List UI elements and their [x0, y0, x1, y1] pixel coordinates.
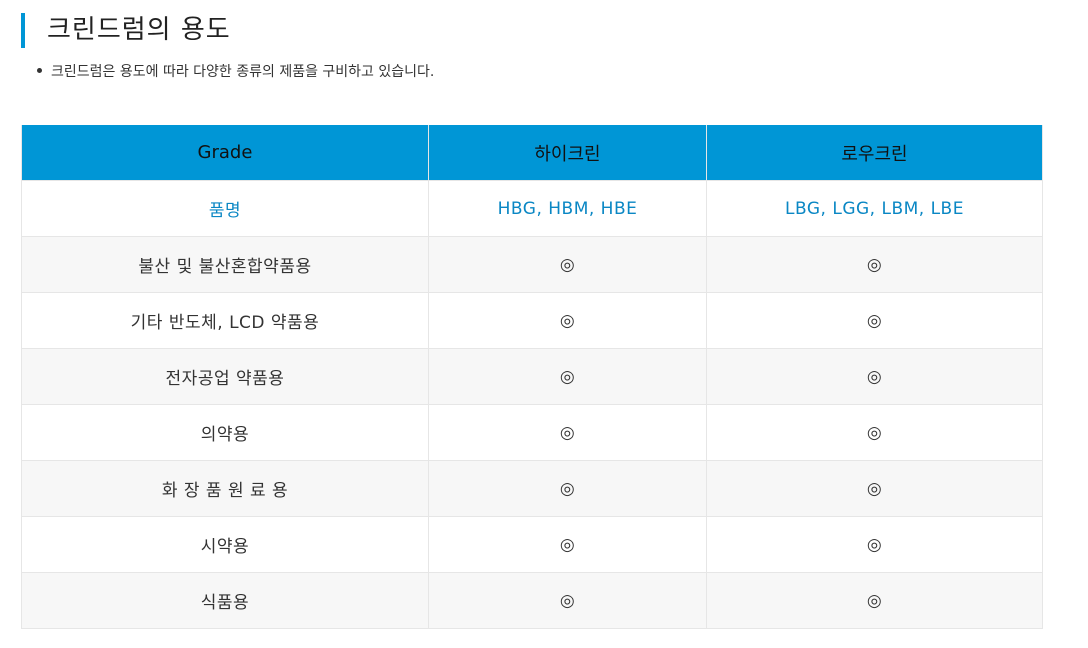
bullet-dot-icon — [37, 67, 42, 73]
table-header-row: Grade 하이크린 로우크린 — [21, 125, 1043, 181]
low-mark: ◎ — [706, 572, 1043, 629]
table-row: 전자공업 약품용 ◎ ◎ — [21, 348, 1043, 405]
usage-label: 화 장 품 원 료 용 — [21, 460, 429, 517]
description-bullet: 크린드럼은 용도에 따라 다양한 종류의 제품을 구비하고 있습니다. — [37, 62, 434, 82]
low-mark: ◎ — [706, 404, 1043, 461]
product-name-row: 품명 HBG, HBM, HBE LBG, LGG, LBM, LBE — [21, 180, 1043, 237]
table-row: 시약용 ◎ ◎ — [21, 516, 1043, 573]
header-grade: Grade — [21, 125, 429, 181]
usage-label: 전자공업 약품용 — [21, 348, 429, 405]
table-row: 식품용 ◎ ◎ — [21, 572, 1043, 629]
low-mark: ◎ — [706, 460, 1043, 517]
usage-label: 의약용 — [21, 404, 429, 461]
usage-label: 시약용 — [21, 516, 429, 573]
high-mark: ◎ — [428, 404, 707, 461]
usage-label: 불산 및 불산혼합약품용 — [21, 236, 429, 293]
product-name-label: 품명 — [21, 180, 429, 237]
table-row: 불산 및 불산혼합약품용 ◎ ◎ — [21, 236, 1043, 293]
low-mark: ◎ — [706, 516, 1043, 573]
low-mark: ◎ — [706, 236, 1043, 293]
section-title: 크린드럼의 용도 — [21, 13, 231, 48]
high-mark: ◎ — [428, 516, 707, 573]
high-mark: ◎ — [428, 292, 707, 349]
table-row: 기타 반도체, LCD 약품용 ◎ ◎ — [21, 292, 1043, 349]
header-high-clean: 하이크린 — [428, 125, 707, 181]
high-mark: ◎ — [428, 348, 707, 405]
usage-label: 식품용 — [21, 572, 429, 629]
product-name-high: HBG, HBM, HBE — [428, 180, 707, 237]
description-text: 크린드럼은 용도에 따라 다양한 종류의 제품을 구비하고 있습니다. — [51, 64, 435, 80]
usage-label: 기타 반도체, LCD 약품용 — [21, 292, 429, 349]
header-low-clean: 로우크린 — [706, 125, 1043, 181]
low-mark: ◎ — [706, 348, 1043, 405]
high-mark: ◎ — [428, 572, 707, 629]
product-name-low: LBG, LGG, LBM, LBE — [706, 180, 1043, 237]
grade-table: Grade 하이크린 로우크린 품명 HBG, HBM, HBE LBG, LG… — [21, 125, 1043, 629]
low-mark: ◎ — [706, 292, 1043, 349]
high-mark: ◎ — [428, 460, 707, 517]
table-row: 화 장 품 원 료 용 ◎ ◎ — [21, 460, 1043, 517]
table-row: 의약용 ◎ ◎ — [21, 404, 1043, 461]
high-mark: ◎ — [428, 236, 707, 293]
